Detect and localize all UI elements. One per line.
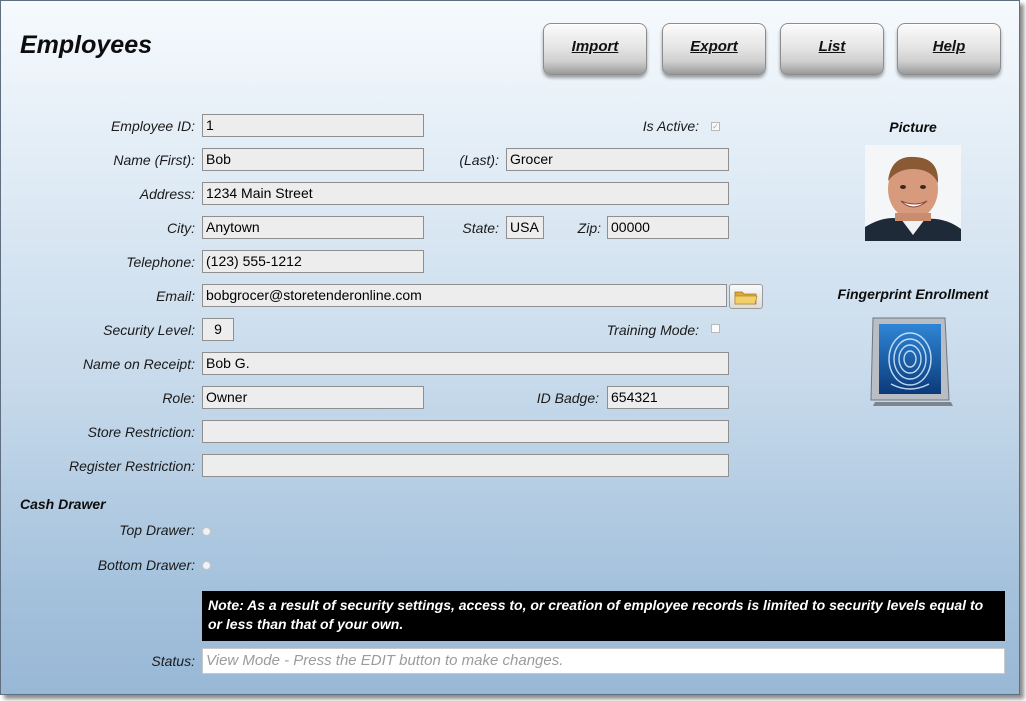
top-drawer-label: Top Drawer:: [119, 522, 195, 538]
zip-label: Zip:: [577, 220, 601, 236]
role-label: Role:: [162, 390, 195, 406]
store-restriction-label: Store Restriction:: [87, 424, 195, 440]
security-level-label: Security Level:: [103, 322, 195, 338]
employee-id-field[interactable]: 1: [202, 114, 424, 137]
state-field[interactable]: USA: [506, 216, 544, 239]
id-badge-field[interactable]: 654321: [607, 386, 729, 409]
zip-field[interactable]: 00000: [607, 216, 729, 239]
fingerprint-heading: Fingerprint Enrollment: [837, 286, 989, 302]
address-field[interactable]: 1234 Main Street: [202, 182, 729, 205]
register-restriction-field[interactable]: [202, 454, 729, 477]
state-label: State:: [462, 220, 499, 236]
telephone-field[interactable]: (123) 555-1212: [202, 250, 424, 273]
help-button[interactable]: Help: [897, 23, 1001, 75]
last-name-field[interactable]: Grocer: [506, 148, 729, 171]
import-button[interactable]: Import: [543, 23, 647, 75]
export-button[interactable]: Export: [662, 23, 766, 75]
last-name-label: (Last):: [459, 152, 499, 168]
email-label: Email:: [156, 288, 195, 304]
picture-heading: Picture: [889, 119, 937, 135]
email-field[interactable]: bobgrocer@storetenderonline.com: [202, 284, 727, 307]
bottom-drawer-label: Bottom Drawer:: [97, 557, 195, 573]
employees-window: Employees Import Export List Help Employ…: [0, 0, 1020, 695]
store-restriction-field[interactable]: [202, 420, 729, 443]
first-name-field[interactable]: Bob: [202, 148, 424, 171]
page-title: Employees: [20, 31, 153, 59]
training-mode-checkbox[interactable]: [711, 324, 720, 333]
status-label: Status:: [151, 653, 195, 669]
fingerprint-enroll-button[interactable]: [869, 314, 953, 408]
browse-email-button[interactable]: [729, 284, 763, 309]
employee-photo[interactable]: [865, 145, 961, 241]
top-drawer-radio[interactable]: [202, 527, 211, 536]
city-field[interactable]: Anytown: [202, 216, 424, 239]
id-badge-label: ID Badge:: [536, 390, 599, 406]
telephone-label: Telephone:: [126, 254, 195, 270]
employee-id-label: Employee ID:: [110, 118, 195, 134]
list-button[interactable]: List: [780, 23, 884, 75]
city-label: City:: [167, 220, 195, 236]
security-note: Note: As a result of security settings, …: [202, 591, 1005, 641]
role-field[interactable]: Owner: [202, 386, 424, 409]
register-restriction-label: Register Restriction:: [68, 458, 195, 474]
address-label: Address:: [139, 186, 195, 202]
is-active-label: Is Active:: [642, 118, 699, 134]
training-mode-label: Training Mode:: [606, 322, 699, 338]
avatar-icon: [865, 145, 961, 241]
cash-drawer-heading: Cash Drawer: [20, 496, 106, 512]
first-name-label: Name (First):: [113, 152, 195, 168]
status-field: View Mode - Press the EDIT button to mak…: [202, 648, 1005, 674]
folder-icon: [734, 291, 758, 305]
security-level-field[interactable]: 9: [202, 318, 234, 341]
bottom-drawer-radio[interactable]: [202, 561, 211, 570]
name-on-receipt-label: Name on Receipt:: [82, 356, 195, 372]
is-active-checkbox[interactable]: ✓: [711, 122, 720, 131]
name-on-receipt-field[interactable]: Bob G.: [202, 352, 729, 375]
fingerprint-icon: [870, 317, 953, 406]
